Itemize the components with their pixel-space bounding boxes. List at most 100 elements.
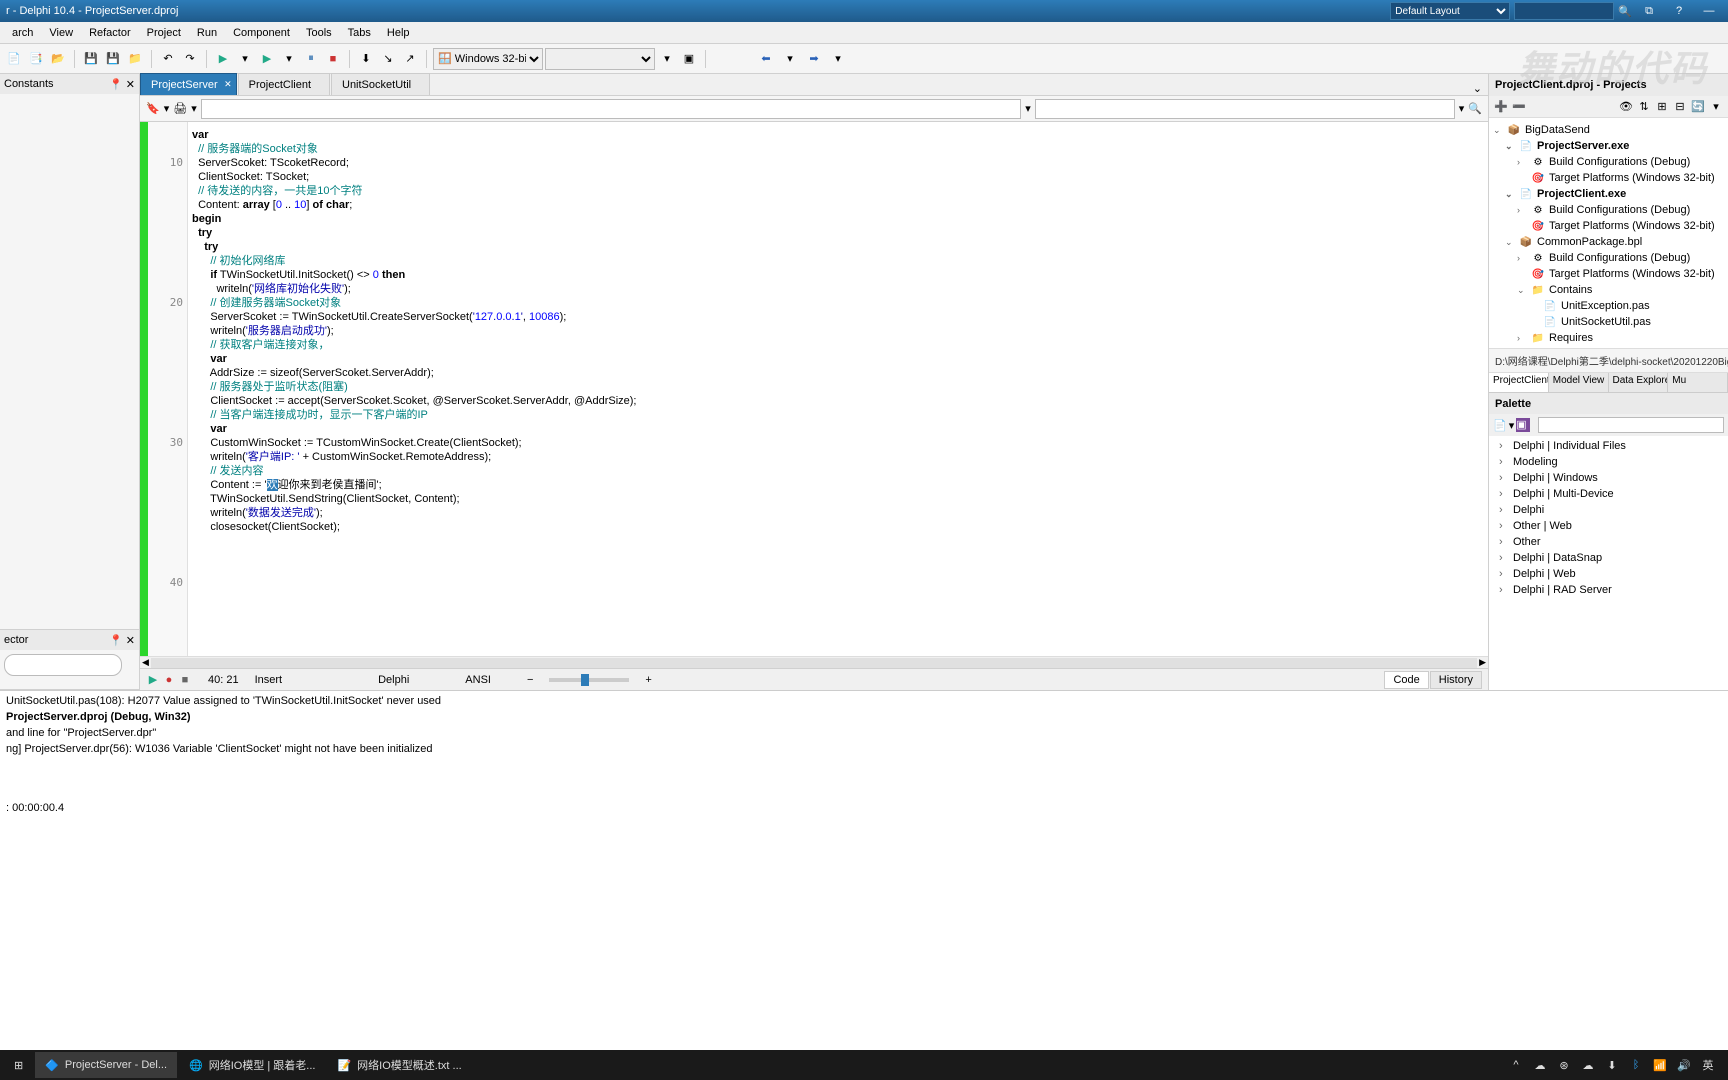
taskbar-app-chrome[interactable]: 🌐网络IO模型 | 跟着老...: [179, 1052, 325, 1078]
tray-app-icon[interactable]: ⊛: [1556, 1057, 1572, 1073]
target-icon[interactable]: ▣: [679, 49, 699, 69]
zoom-in-icon[interactable]: +: [645, 674, 651, 686]
close-icon[interactable]: ✕: [126, 635, 135, 647]
tray-down-icon[interactable]: ⬇: [1604, 1057, 1620, 1073]
nav-forward-icon[interactable]: ➡: [802, 49, 826, 69]
proj-sort-icon[interactable]: ⇅: [1636, 99, 1652, 115]
record-macro-icon[interactable]: ●: [162, 673, 176, 687]
proj-remove-icon[interactable]: ➖: [1511, 99, 1527, 115]
redo-icon[interactable]: ↷: [180, 49, 200, 69]
menu-tools[interactable]: Tools: [298, 25, 340, 41]
message-row[interactable]: and line for "ProjectServer.dpr": [6, 727, 1722, 743]
proj-tab-model[interactable]: Model View: [1549, 373, 1609, 392]
step-over-icon[interactable]: ⬇: [356, 49, 376, 69]
tray-wifi-icon[interactable]: 📶: [1652, 1057, 1668, 1073]
folder-icon[interactable]: 📁: [125, 49, 145, 69]
bookmark-icon[interactable]: 🔖: [146, 102, 160, 115]
tray-onedrive-icon[interactable]: ☁: [1580, 1057, 1596, 1073]
tree-node[interactable]: ›⚙Build Configurations (Debug): [1493, 154, 1724, 170]
menu-arch[interactable]: arch: [4, 25, 41, 41]
dropdown-icon[interactable]: ▾: [1025, 102, 1031, 115]
message-row[interactable]: ProjectServer.dproj (Debug, Win32): [6, 711, 1722, 727]
stop-macro-icon[interactable]: ■: [178, 673, 192, 687]
palette-list[interactable]: ›Delphi | Individual Files›Modeling›Delp…: [1489, 436, 1728, 690]
open-icon[interactable]: 📂: [48, 49, 68, 69]
palette-item[interactable]: ›Modeling: [1491, 454, 1726, 470]
message-row[interactable]: ng] ProjectServer.dpr(56): W1036 Variabl…: [6, 743, 1722, 759]
close-icon[interactable]: ✕: [224, 79, 232, 90]
palette-item[interactable]: ›Delphi | RAD Server: [1491, 582, 1726, 598]
title-search-input[interactable]: [1514, 2, 1614, 20]
search-icon[interactable]: 🔍: [1618, 5, 1632, 18]
tray-chevron-icon[interactable]: ^: [1508, 1057, 1524, 1073]
stop-icon[interactable]: ■: [323, 49, 343, 69]
nav-back-dropdown-icon[interactable]: ▾: [780, 49, 800, 69]
save-icon[interactable]: 💾: [81, 49, 101, 69]
tree-node[interactable]: 🎯Target Platforms (Windows 32-bit): [1493, 218, 1724, 234]
nav-back-icon[interactable]: ⬅: [754, 49, 778, 69]
save-all-icon[interactable]: 💾: [103, 49, 123, 69]
scroll-right-icon[interactable]: ▶: [1477, 657, 1488, 668]
horizontal-scrollbar[interactable]: [151, 658, 1477, 668]
tray-volume-icon[interactable]: 🔊: [1676, 1057, 1692, 1073]
palette-item[interactable]: ›Delphi | DataSnap: [1491, 550, 1726, 566]
palette-search-input[interactable]: [1538, 417, 1724, 433]
scroll-left-icon[interactable]: ◀: [140, 657, 151, 668]
run-dropdown-icon[interactable]: ▾: [235, 49, 255, 69]
tree-node[interactable]: ⌄📄ProjectServer.exe: [1493, 138, 1724, 154]
run-icon[interactable]: ▶: [213, 49, 233, 69]
tree-node[interactable]: ⌄📦BigDataSend: [1493, 122, 1724, 138]
messages-panel[interactable]: UnitSocketUtil.pas(108): H2077 Value ass…: [0, 690, 1728, 800]
layout-selector[interactable]: Default Layout: [1390, 2, 1510, 20]
tree-node[interactable]: 🎯Target Platforms (Windows 32-bit): [1493, 170, 1724, 186]
pause-icon[interactable]: ⏸: [301, 49, 321, 69]
tree-node[interactable]: ⌄📄ProjectClient.exe: [1493, 186, 1724, 202]
palette-item[interactable]: ›Delphi | Web: [1491, 566, 1726, 582]
config-selector[interactable]: [545, 48, 655, 70]
palette-item[interactable]: ›Other: [1491, 534, 1726, 550]
step-into-icon[interactable]: ↘: [378, 49, 398, 69]
tree-node[interactable]: ⌄📁Contains: [1493, 282, 1724, 298]
help-icon[interactable]: ?: [1666, 2, 1692, 20]
pin-icon[interactable]: 📍: [109, 79, 123, 91]
tree-node[interactable]: ›⚙Build Configurations (Debug): [1493, 202, 1724, 218]
start-button[interactable]: ⊞: [4, 1052, 33, 1078]
tree-node[interactable]: 📄UnitSocketUtil.pas: [1493, 314, 1724, 330]
code-content[interactable]: var // 服务器端的Socket对象 ServerScoket: TScok…: [188, 122, 1488, 656]
close-icon[interactable]: ✕: [126, 79, 135, 91]
new-icon[interactable]: 📄: [4, 49, 24, 69]
tab-projectclient[interactable]: ProjectClient: [238, 73, 330, 95]
menu-run[interactable]: Run: [189, 25, 225, 41]
tree-node[interactable]: ›⚙Build Configurations (Debug): [1493, 250, 1724, 266]
proj-tab-data[interactable]: Data Explorer: [1609, 373, 1669, 392]
inspector-search-input[interactable]: [4, 654, 122, 676]
palette-item[interactable]: ›Other | Web: [1491, 518, 1726, 534]
tree-node[interactable]: ›📁Requires: [1493, 330, 1724, 346]
palette-item[interactable]: ›Delphi | Individual Files: [1491, 438, 1726, 454]
palette-item[interactable]: ›Delphi | Windows: [1491, 470, 1726, 486]
tab-projectserver[interactable]: ProjectServer✕: [140, 73, 237, 95]
menu-refactor[interactable]: Refactor: [81, 25, 139, 41]
tray-language[interactable]: 英: [1700, 1057, 1716, 1073]
class-navigator-combo[interactable]: [201, 99, 1022, 119]
palette-icon2[interactable]: ▣: [1516, 418, 1530, 432]
tray-bluetooth-icon[interactable]: ᛒ: [1628, 1057, 1644, 1073]
config-dropdown-icon[interactable]: ▾: [657, 49, 677, 69]
pin-icon[interactable]: 📍: [109, 635, 123, 647]
proj-tab-client[interactable]: ProjectClient.d...: [1489, 373, 1549, 392]
menu-project[interactable]: Project: [139, 25, 189, 41]
tree-node[interactable]: 🎯Target Platforms (Windows 32-bit): [1493, 266, 1724, 282]
proj-tab-mu[interactable]: Mu: [1668, 373, 1728, 392]
zoom-out-icon[interactable]: −: [527, 674, 533, 686]
method-navigator-combo[interactable]: [1035, 99, 1455, 119]
search-icon[interactable]: 🔍: [1468, 102, 1482, 115]
run-no-debug-icon[interactable]: ▶: [257, 49, 277, 69]
proj-sync-icon[interactable]: 🔄: [1690, 99, 1706, 115]
tree-node[interactable]: 📄UnitException.pas: [1493, 298, 1724, 314]
print-icon[interactable]: 🖨: [173, 102, 187, 115]
proj-expand-icon[interactable]: ⊞: [1654, 99, 1670, 115]
palette-item[interactable]: ›Delphi: [1491, 502, 1726, 518]
project-tree[interactable]: ⌄📦BigDataSend⌄📄ProjectServer.exe›⚙Build …: [1489, 118, 1728, 348]
menu-tabs[interactable]: Tabs: [340, 25, 379, 41]
palette-item[interactable]: ›Delphi | Multi-Device: [1491, 486, 1726, 502]
